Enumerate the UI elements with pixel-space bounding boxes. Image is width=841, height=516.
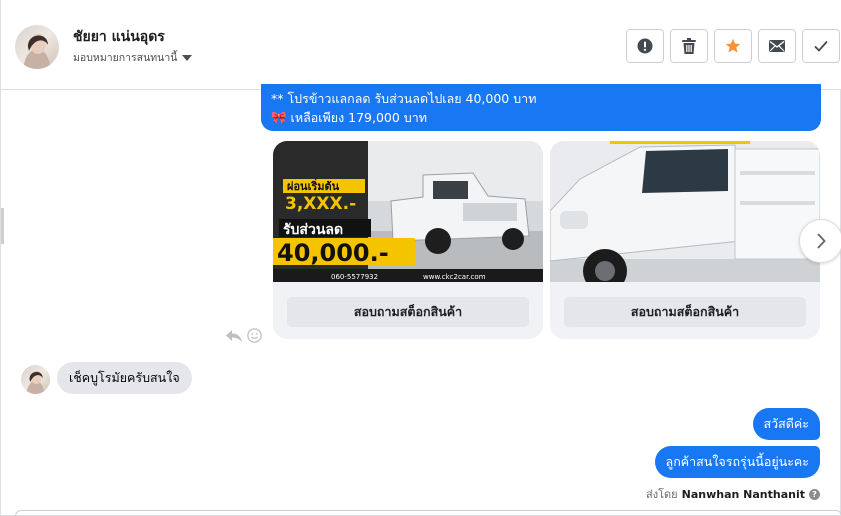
- banner-caption-installment: ผ่อนเริ่มต้น: [287, 178, 340, 193]
- emoji-react-icon[interactable]: [247, 328, 262, 343]
- chevron-right-icon: [817, 233, 826, 249]
- scrollbar-thumb[interactable]: [1, 208, 4, 244]
- assign-label: มอบหมายการสนทนานี้: [73, 52, 178, 64]
- ribbon-icon: 🎀: [271, 110, 287, 125]
- ask-stock-button[interactable]: สอบถามสต็อกสินค้า: [564, 297, 806, 327]
- sent-by-label: ส่งโดย Nanwhan Nanthanit ?: [646, 485, 820, 503]
- mark-done-button[interactable]: [802, 29, 840, 63]
- exclamation-icon: [637, 38, 653, 54]
- promo-line-1: ** โปรข้าวแลกลด รับส่วนลดไปเลย 40,000 บา…: [271, 91, 537, 106]
- message-actions: [225, 328, 262, 343]
- help-icon[interactable]: ?: [809, 488, 820, 500]
- contact-name[interactable]: ชัยยา แน่นอุดร: [73, 26, 165, 48]
- sender-avatar[interactable]: [21, 365, 50, 394]
- message-thread[interactable]: ** โปรข้าวแลกลด รับส่วนลดไปเลย 40,000 บา…: [1, 84, 841, 516]
- product-image-truck-side[interactable]: [550, 141, 820, 282]
- checkmark-icon: [814, 40, 828, 52]
- promo-price-text: เหลือเพียง 179,000 บาท: [286, 110, 428, 125]
- product-card: ผ่อนเริ่มต้น 3,XXX.- รับส่วนลด 40,000.- …: [273, 141, 543, 339]
- banner-phone: 060-5577932: [331, 273, 378, 281]
- promo-message-bubble: ** โปรข้าวแลกลด รับส่วนลดไปเลย 40,000 บา…: [261, 84, 821, 131]
- star-button[interactable]: [714, 29, 752, 63]
- star-icon: [725, 38, 741, 53]
- reply-icon[interactable]: [225, 329, 243, 343]
- product-image-truck-promo[interactable]: ผ่อนเริ่มต้น 3,XXX.- รับส่วนลด 40,000.- …: [273, 141, 543, 282]
- sent-by-prefix: ส่งโดย: [646, 488, 678, 501]
- promo-line-2: 🎀 เหลือเพียง 179,000 บาท: [271, 108, 811, 127]
- banner-website: www.ckc2car.com: [423, 273, 486, 281]
- caret-down-icon: [182, 54, 193, 61]
- banner-discount-amount: 40,000.-: [277, 239, 389, 267]
- outgoing-message-bubble[interactable]: สวัสดีค่ะ: [752, 408, 820, 440]
- header-actions: [626, 29, 840, 63]
- envelope-icon: [769, 40, 785, 52]
- carousel-next-button[interactable]: [799, 219, 841, 263]
- assign-conversation-dropdown[interactable]: มอบหมายการสนทนานี้: [73, 49, 193, 66]
- outgoing-message-bubble[interactable]: ลูกค้าสนใจรถรุ่นนี้อยู่นะคะ: [654, 446, 820, 478]
- incoming-message-bubble[interactable]: เช็คบูโรมัยครับสนใจ: [57, 362, 192, 394]
- inbox-conversation-panel: ชัยยา แน่นอุดร มอบหมายการสนทนานี้ ** โปร…: [0, 0, 841, 516]
- mark-unread-button[interactable]: [758, 29, 796, 63]
- banner-installment-amount: 3,XXX.-: [285, 194, 356, 214]
- banner-caption-discount: รับส่วนลด: [283, 222, 343, 238]
- agent-name: Nanwhan Nanthanit: [681, 487, 805, 501]
- message-composer[interactable]: [15, 510, 841, 516]
- product-card: สอบถามสต็อกสินค้า: [550, 141, 820, 339]
- ask-stock-button[interactable]: สอบถามสต็อกสินค้า: [287, 297, 529, 327]
- conversation-header: ชัยยา แน่นอุดร มอบหมายการสนทนานี้: [1, 0, 841, 90]
- contact-avatar[interactable]: [15, 25, 59, 69]
- report-spam-button[interactable]: [626, 29, 664, 63]
- delete-button[interactable]: [670, 29, 708, 63]
- trash-icon: [682, 38, 696, 54]
